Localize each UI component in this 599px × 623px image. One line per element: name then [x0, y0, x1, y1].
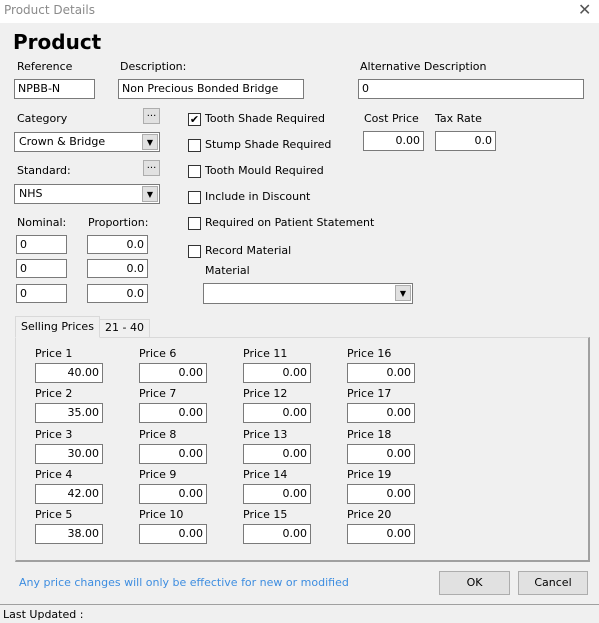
price-input[interactable]: 0.00: [347, 443, 415, 464]
material-label: Material: [205, 264, 250, 277]
nominal-input-2[interactable]: 0: [16, 259, 67, 278]
category-more-button[interactable]: ...: [143, 108, 160, 124]
tab-21-40[interactable]: 21 - 40: [99, 319, 150, 337]
price-label: Price 6: [139, 347, 177, 360]
price-change-note: Any price changes will only be effective…: [19, 576, 349, 589]
price-input[interactable]: 35.00: [35, 403, 103, 424]
price-input[interactable]: 0.00: [139, 403, 207, 424]
checkbox-2[interactable]: [188, 165, 201, 178]
price-label: Price 17: [347, 387, 392, 401]
tax-rate-label: Tax Rate: [435, 112, 482, 125]
checkbox-3[interactable]: [188, 191, 201, 204]
price-label: Price 15: [243, 508, 288, 522]
nominal-input-3[interactable]: 0: [16, 284, 67, 303]
proportion-input-3[interactable]: 0.0: [87, 284, 148, 303]
alt-description-label: Alternative Description: [360, 60, 487, 73]
price-input[interactable]: 30.00: [35, 443, 103, 464]
checkbox-0[interactable]: ✔: [188, 113, 201, 126]
price-label: Price 1: [35, 347, 73, 360]
standard-value: NHS: [19, 187, 43, 200]
nominal-input-1[interactable]: 0: [16, 235, 67, 254]
price-label: Price 2: [35, 387, 73, 401]
price-input[interactable]: 0.00: [243, 403, 311, 424]
chevron-down-icon[interactable]: ▼: [142, 134, 158, 150]
price-label: Price 3: [35, 427, 73, 441]
page-title: Product: [13, 30, 102, 54]
price-label: Price 11: [243, 347, 288, 360]
proportion-input-2[interactable]: 0.0: [87, 259, 148, 278]
standard-select[interactable]: NHS ▼: [14, 184, 160, 204]
proportion-input-1[interactable]: 0.0: [87, 235, 148, 254]
price-label: Price 19: [347, 467, 392, 481]
last-updated-label: Last Updated :: [3, 608, 84, 621]
price-input[interactable]: 0.00: [139, 524, 207, 545]
price-label: Price 16: [347, 347, 392, 360]
checkbox-1[interactable]: [188, 139, 201, 152]
cost-price-input[interactable]: 0.00: [363, 131, 424, 151]
status-divider: [0, 604, 599, 605]
checkbox-4[interactable]: [188, 217, 201, 230]
price-input[interactable]: 0.00: [139, 483, 207, 504]
tax-rate-input[interactable]: 0.0: [435, 131, 496, 151]
reference-label: Reference: [17, 60, 73, 73]
price-label: Price 5: [35, 508, 73, 522]
price-label: Price 14: [243, 467, 288, 481]
proportion-label: Proportion:: [88, 216, 149, 229]
price-label: Price 18: [347, 427, 392, 441]
price-input[interactable]: 0.00: [243, 363, 311, 383]
price-label: Price 12: [243, 387, 288, 401]
cancel-button[interactable]: Cancel: [518, 571, 588, 595]
category-label: Category: [17, 112, 68, 125]
checkbox-label: Tooth Mould Required: [205, 164, 324, 177]
tab-selling-prices[interactable]: Selling Prices: [15, 316, 100, 338]
price-input[interactable]: 0.00: [347, 483, 415, 504]
reference-input[interactable]: NPBB-N: [14, 79, 95, 99]
description-input[interactable]: Non Precious Bonded Bridge: [118, 79, 304, 99]
price-label: Price 10: [139, 508, 184, 522]
close-icon[interactable]: ✕: [578, 0, 591, 19]
price-input[interactable]: 0.00: [139, 443, 207, 464]
price-label: Price 20: [347, 508, 392, 522]
checkbox-label: Record Material: [205, 244, 292, 257]
price-label: Price 7: [139, 387, 177, 401]
nominal-label: Nominal:: [17, 216, 67, 229]
description-label: Description:: [120, 60, 187, 73]
chevron-down-icon[interactable]: ▼: [142, 186, 158, 202]
checkbox-label: Stump Shade Required: [205, 138, 332, 151]
alt-description-input[interactable]: 0: [358, 79, 584, 99]
price-input[interactable]: 0.00: [243, 443, 311, 464]
price-input[interactable]: 42.00: [35, 483, 103, 504]
price-input[interactable]: 40.00: [35, 363, 103, 383]
price-input[interactable]: 0.00: [139, 363, 207, 383]
cost-price-label: Cost Price: [364, 112, 419, 125]
material-select[interactable]: ▼: [203, 283, 413, 304]
price-label: Price 8: [139, 427, 177, 441]
price-input[interactable]: 0.00: [347, 403, 415, 424]
standard-more-button[interactable]: ...: [143, 160, 160, 176]
price-label: Price 13: [243, 427, 288, 441]
price-label: Price 9: [139, 467, 177, 481]
checkbox-label: Required on Patient Statement: [205, 216, 375, 229]
window-title: Product Details: [4, 3, 95, 17]
checkbox-5[interactable]: [188, 245, 201, 258]
checkbox-label: Tooth Shade Required: [205, 112, 325, 125]
price-input[interactable]: 0.00: [347, 363, 415, 383]
price-input[interactable]: 0.00: [243, 483, 311, 504]
category-select[interactable]: Crown & Bridge ▼: [14, 132, 160, 152]
price-input[interactable]: 0.00: [243, 524, 311, 545]
price-label: Price 4: [35, 467, 73, 481]
standard-label: Standard:: [17, 164, 71, 177]
category-value: Crown & Bridge: [19, 135, 106, 148]
price-input[interactable]: 38.00: [35, 524, 103, 545]
chevron-down-icon[interactable]: ▼: [395, 285, 411, 301]
price-input[interactable]: 0.00: [347, 524, 415, 545]
ok-button[interactable]: OK: [439, 571, 510, 595]
checkbox-label: Include in Discount: [205, 190, 311, 203]
